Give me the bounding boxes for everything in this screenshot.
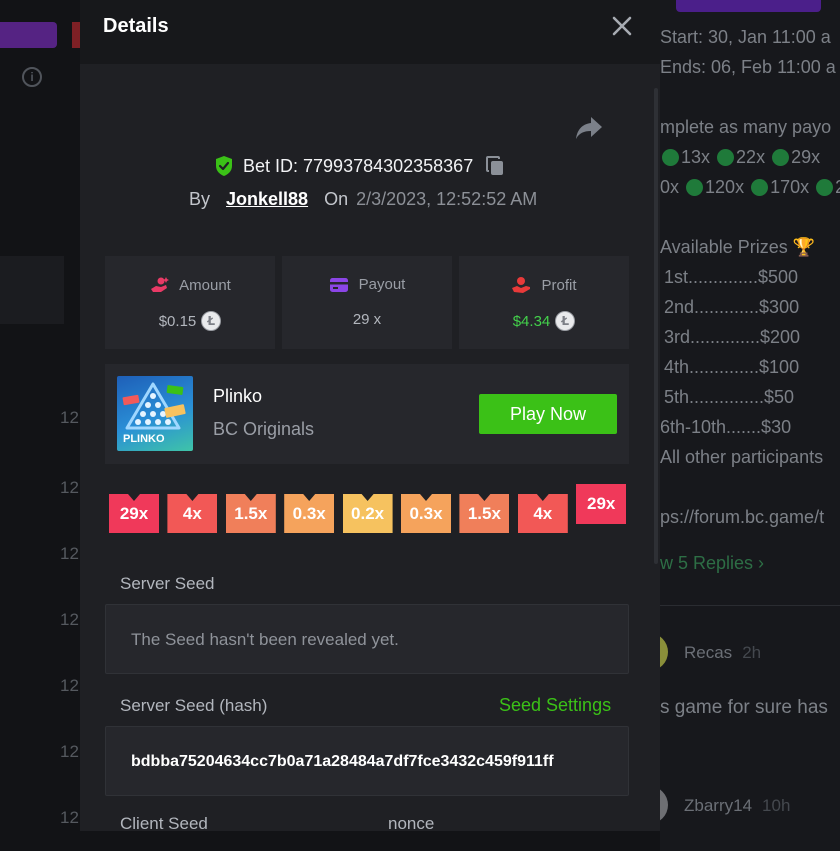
stat-payout: Payout 29 x	[282, 256, 452, 349]
copy-icon[interactable]	[485, 155, 505, 177]
bet-id-row: Bet ID: 77993784302358367	[214, 153, 505, 179]
play-now-button[interactable]: Play Now	[479, 394, 617, 434]
stats-row: Amount $0.15 Payout 29 x	[105, 256, 629, 349]
prize-line: 6th-10th.......$30	[660, 417, 792, 437]
multiplier-slot: 4x	[167, 494, 218, 533]
row-number: 12	[60, 544, 79, 563]
close-icon[interactable]	[610, 14, 634, 38]
comment-user: Recas 2h	[684, 643, 762, 662]
comment-text: s game for sure has	[660, 697, 828, 718]
username-link[interactable]: Jonkell88	[226, 189, 308, 210]
contest-ends: Ends: 06, Feb 11:00 a	[660, 57, 836, 77]
payout-value: 29 x	[352, 311, 382, 328]
row-number: 12	[60, 408, 79, 427]
on-label: On	[324, 188, 349, 209]
multiplier-slot: 29x	[109, 494, 159, 533]
server-seed-hash-label: Server Seed (hash)	[120, 696, 268, 715]
multiplier-slot: 0.2x	[342, 494, 393, 533]
stat-label: Profit	[541, 276, 577, 294]
server-seed-box: The Seed hasn't been revealed yet.	[105, 604, 629, 674]
show-replies-link: w 5 Replies ›	[660, 553, 765, 573]
prize-line: 4th..............$100	[664, 357, 800, 377]
nonce-label: nonce	[388, 814, 435, 831]
scrollbar[interactable]	[654, 88, 658, 564]
card-icon	[329, 277, 348, 292]
prize-line: 1st..............$500	[664, 267, 799, 287]
profit-value: $4.34	[512, 312, 551, 330]
modal-title: Details	[103, 15, 169, 37]
ltc-coin-icon	[555, 311, 576, 331]
divider	[660, 605, 840, 606]
amount-value: $0.15	[158, 312, 197, 330]
server-seed-hash-value: bdbba75204634cc7b0a71a28484a7df7fce3432c…	[131, 753, 554, 770]
client-seed-label: Client Seed	[120, 814, 208, 831]
prize-line: 5th...............$50	[664, 387, 795, 407]
server-seed-label: Server Seed	[120, 574, 215, 593]
comment-user: Zbarry14 10h	[684, 796, 791, 815]
contest-link: ps://forum.bc.game/t	[660, 507, 825, 527]
ltc-coin-icon	[201, 311, 222, 331]
seed-settings-link[interactable]: Seed Settings	[499, 695, 611, 716]
bet-date: 2/3/2023, 12:52:52 AM	[356, 188, 538, 209]
prize-line: 2nd.............$300	[664, 297, 800, 317]
background-tab-chip	[0, 22, 57, 48]
row-number: 12	[60, 742, 79, 761]
multiplier-slot: 0.3x	[401, 494, 451, 533]
server-seed-hash-box[interactable]: bdbba75204634cc7b0a71a28484a7df7fce3432c…	[105, 726, 629, 796]
multiplier-slots: 29x 4x 1.5x 0.3x 0.2x 0.3x 1.5x 4x 29x	[109, 484, 629, 534]
row-number: 12	[60, 610, 79, 629]
contest-multipliers-row: 0x 120x 170x 2	[660, 177, 840, 198]
stat-profit: Profit $4.34	[459, 256, 629, 349]
background-panel	[0, 256, 64, 324]
prizes-title: Available Prizes 🏆	[660, 237, 816, 257]
row-number: 12	[60, 676, 79, 695]
contest-multipliers-row: 13x 22x 29x	[660, 147, 820, 168]
info-icon: i	[22, 67, 42, 87]
stat-amount: Amount $0.15	[105, 256, 275, 349]
money-hand-icon	[151, 277, 170, 292]
by-label: By	[189, 188, 211, 209]
contest-description: mplete as many payo	[660, 117, 832, 137]
stat-label: Amount	[179, 276, 231, 294]
multiplier-slot: 1.5x	[459, 494, 510, 533]
multiplier-slot: 29x	[576, 484, 627, 524]
bet-meta-row: By Jonkell88 On 2/3/2023, 12:52:52 AM	[189, 187, 537, 211]
share-icon[interactable]	[574, 114, 604, 142]
multiplier-slot: 0.3x	[284, 494, 335, 533]
game-thumbnail-label: PLINKO	[123, 433, 165, 445]
row-number: 12	[60, 808, 79, 827]
game-card: PLINKO Plinko BC Originals Play Now	[105, 364, 629, 464]
game-thumbnail[interactable]: PLINKO	[117, 376, 193, 451]
background-button	[676, 0, 821, 12]
bet-details-modal: Details Bet ID: 77993784302358367 By Jon…	[80, 0, 660, 831]
modal-header: Details	[80, 0, 660, 64]
multiplier-slot: 4x	[517, 494, 568, 533]
stat-label: Payout	[358, 276, 406, 293]
contest-start: Start: 30, Jan 11:00 a	[660, 27, 831, 47]
game-name: Plinko	[213, 386, 263, 406]
row-number: 12	[60, 478, 79, 497]
profit-hand-icon	[512, 277, 531, 293]
background-tab-chip	[72, 22, 80, 48]
shield-check-icon	[216, 156, 232, 176]
bet-id: Bet ID: 77993784302358367	[243, 155, 474, 176]
server-seed-value: The Seed hasn't been revealed yet.	[131, 630, 399, 649]
prize-line: 3rd..............$200	[664, 327, 801, 347]
contest-other: All other participants	[660, 447, 824, 467]
game-provider: BC Originals	[213, 419, 315, 439]
multiplier-slot: 1.5x	[225, 494, 276, 533]
